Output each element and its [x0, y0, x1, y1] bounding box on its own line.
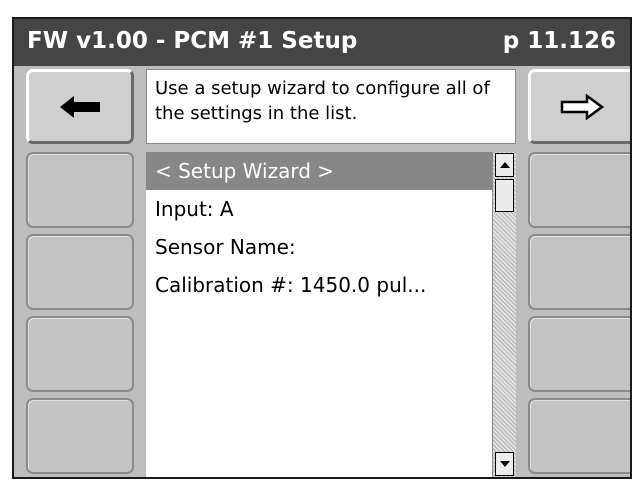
left-soft-button-4[interactable]: [26, 398, 134, 474]
left-soft-button-3[interactable]: [26, 316, 134, 392]
list-scrollbar[interactable]: [492, 152, 516, 477]
page-number: p 11.126: [502, 28, 616, 54]
scroll-down-arrow-icon: [499, 461, 510, 467]
right-arrow-icon: [560, 93, 604, 120]
settings-list[interactable]: < Setup Wizard > Input: A Sensor Name: C…: [146, 152, 492, 477]
left-arrow-icon: [60, 95, 100, 118]
scroll-down-button[interactable]: [495, 452, 514, 476]
page-title: FW v1.00 - PCM #1 Setup: [27, 28, 358, 54]
left-soft-button-2[interactable]: [26, 234, 134, 310]
left-soft-button-1[interactable]: [26, 152, 134, 228]
right-soft-button-1[interactable]: [528, 152, 630, 228]
scroll-up-button[interactable]: [495, 153, 514, 177]
right-soft-button-4[interactable]: [528, 398, 630, 474]
list-item-input[interactable]: Input: A: [146, 190, 492, 228]
list-item-setup-wizard[interactable]: < Setup Wizard >: [146, 152, 492, 190]
help-text: Use a setup wizard to configure all of t…: [155, 78, 490, 124]
right-soft-button-3[interactable]: [528, 316, 630, 392]
device-screen: FW v1.00 - PCM #1 Setup p 11.126 Use a s…: [12, 17, 632, 479]
list-item-calibration[interactable]: Calibration #: 1450.0 pul...: [146, 266, 492, 304]
scroll-up-arrow-icon: [499, 162, 510, 168]
right-soft-button-2[interactable]: [528, 234, 630, 310]
scroll-thumb[interactable]: [495, 179, 514, 212]
help-text-box: Use a setup wizard to configure all of t…: [146, 69, 516, 144]
title-bar: FW v1.00 - PCM #1 Setup p 11.126: [14, 19, 630, 66]
back-button[interactable]: [26, 69, 134, 144]
list-item-sensor-name[interactable]: Sensor Name:: [146, 228, 492, 266]
forward-button[interactable]: [528, 69, 630, 144]
